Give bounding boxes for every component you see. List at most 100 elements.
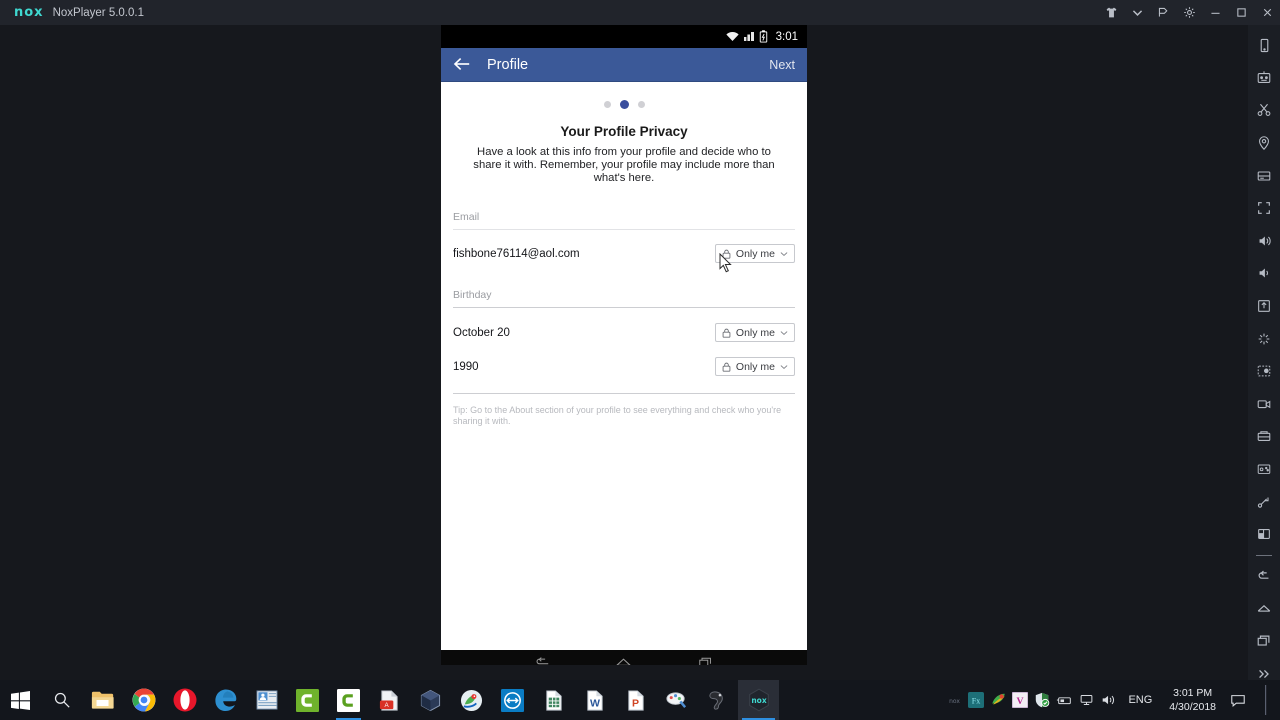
recents-icon[interactable] — [1248, 625, 1280, 658]
chrome-button[interactable] — [123, 680, 164, 720]
location-icon[interactable] — [1248, 127, 1280, 160]
start-button[interactable] — [0, 680, 41, 720]
usb-tray-icon[interactable] — [1053, 680, 1075, 720]
fx-tray-icon[interactable]: Fx — [965, 680, 987, 720]
pager-dot-1 — [603, 101, 611, 108]
tray-date: 4/30/2018 — [1169, 701, 1216, 713]
page-subtitle: Have a look at this info from your profi… — [473, 146, 775, 185]
nav-back-icon[interactable] — [534, 656, 550, 666]
next-button[interactable]: Next — [769, 58, 795, 72]
excel-button[interactable] — [533, 680, 574, 720]
virtualbox-button[interactable] — [410, 680, 451, 720]
privacy-label: Only me — [735, 360, 775, 373]
multi-instance-icon[interactable] — [1248, 518, 1280, 551]
battery-charging-icon — [759, 30, 768, 43]
pager-dots — [441, 82, 807, 109]
apk-install-icon[interactable] — [1248, 290, 1280, 323]
pdf-app-button[interactable]: A — [369, 680, 410, 720]
utility-app-button[interactable] — [697, 680, 738, 720]
chevron-down-icon — [780, 330, 788, 336]
teamviewer-button[interactable] — [492, 680, 533, 720]
pin-icon[interactable] — [1150, 0, 1176, 25]
keyboard-macro-icon[interactable] — [1248, 62, 1280, 95]
svg-text:P: P — [632, 697, 639, 709]
noxplayer-button[interactable]: nox — [738, 680, 779, 720]
section-label-email: Email — [453, 210, 480, 223]
volume-tray-icon[interactable] — [1097, 680, 1119, 720]
chevron-down-icon[interactable] — [1124, 0, 1150, 25]
chevron-down-icon — [780, 251, 788, 257]
tray-time: 3:01 PM — [1173, 686, 1213, 699]
nox-titlebar: nox NoxPlayer 5.0.0.1 — [0, 0, 1280, 25]
birthday-date-value: October 20 — [453, 326, 510, 339]
theme-shirt-icon[interactable] — [1098, 0, 1124, 25]
scissors-screenshot-icon[interactable] — [1248, 94, 1280, 127]
volume-up-icon[interactable] — [1248, 225, 1280, 258]
drag-resize-icon[interactable] — [1248, 485, 1280, 518]
privacy-selector-birthday-date[interactable]: Only me — [714, 323, 795, 343]
lock-icon — [722, 362, 731, 372]
header-back-icon[interactable] — [453, 56, 471, 74]
show-desktop-button[interactable] — [1252, 680, 1280, 720]
keymapping-icon[interactable] — [1248, 453, 1280, 486]
window-title: NoxPlayer 5.0.0.1 — [52, 6, 144, 19]
file-share-icon[interactable] — [1248, 420, 1280, 453]
contacts-app-button[interactable] — [246, 680, 287, 720]
header-title: Profile — [487, 56, 529, 73]
gear-icon[interactable] — [1176, 0, 1202, 25]
system-tray: nox Fx V ENG 3:01 PM 4/30/2018 — [943, 680, 1280, 720]
windows-taskbar: A W P nox nox Fx V ENG 3:01 PM 4/30/2018 — [0, 680, 1280, 720]
volume-down-icon[interactable] — [1248, 257, 1280, 290]
parrot-app-button[interactable] — [451, 680, 492, 720]
notifications-icon[interactable] — [1224, 680, 1252, 720]
colorwheel-tray-icon[interactable] — [987, 680, 1009, 720]
multi-drive-icon[interactable] — [1248, 159, 1280, 192]
desktop-root: nox NoxPlayer 5.0.0.1 3:01 Profile Next … — [0, 0, 1280, 720]
table-row: 1990 Only me — [441, 350, 807, 384]
privacy-selector-birthday-year[interactable]: Only me — [714, 357, 795, 377]
camtasia-editor-button[interactable] — [328, 680, 369, 720]
clock-area[interactable]: 3:01 PM 4/30/2018 — [1161, 686, 1224, 714]
nox-logo: nox — [14, 5, 44, 20]
close-icon[interactable] — [1254, 0, 1280, 25]
file-explorer-button[interactable] — [82, 680, 123, 720]
svg-text:V: V — [1017, 696, 1024, 707]
nav-home-icon[interactable] — [615, 656, 632, 665]
network-tray-icon[interactable] — [1075, 680, 1097, 720]
nox-tray-icon[interactable]: nox — [943, 680, 965, 720]
pager-dot-3 — [637, 101, 645, 108]
paint-app-button[interactable] — [656, 680, 697, 720]
edge-button[interactable] — [205, 680, 246, 720]
word-button[interactable]: W — [574, 680, 615, 720]
video-record-icon[interactable] — [1248, 388, 1280, 421]
shake-phone-icon[interactable] — [1248, 29, 1280, 62]
home-icon[interactable] — [1248, 592, 1280, 625]
maximize-icon[interactable] — [1228, 0, 1254, 25]
defender-tray-icon[interactable] — [1031, 680, 1053, 720]
camtasia-button[interactable] — [287, 680, 328, 720]
nav-recents-icon[interactable] — [698, 656, 714, 665]
privacy-tip-text: Tip: Go to the About section of your pro… — [453, 404, 782, 426]
app-header: Profile Next — [441, 48, 807, 82]
section-divider-bottom — [453, 392, 795, 394]
vegas-tray-icon[interactable]: V — [1009, 680, 1031, 720]
pager-dot-2-active — [619, 100, 629, 109]
language-indicator[interactable]: ENG — [1119, 694, 1161, 706]
macro-recorder-icon[interactable] — [1248, 355, 1280, 388]
android-nav-bar — [441, 650, 807, 665]
app-body: Your Profile Privacy Have a look at this… — [441, 82, 807, 650]
back-icon[interactable] — [1248, 559, 1280, 592]
opera-button[interactable] — [164, 680, 205, 720]
emulator-screen: 3:01 Profile Next Your Profile Privacy H… — [441, 25, 807, 665]
section-divider-birthday — [453, 306, 795, 308]
search-button[interactable] — [41, 680, 82, 720]
powerpoint-button[interactable]: P — [615, 680, 656, 720]
shake-burst-icon[interactable] — [1248, 322, 1280, 355]
fullscreen-icon[interactable] — [1248, 192, 1280, 225]
table-row: fishbone76114@aol.com Only me — [441, 237, 807, 271]
toolbar-divider — [1256, 554, 1272, 556]
section-divider-email — [453, 228, 795, 230]
minimize-icon[interactable] — [1202, 0, 1228, 25]
chevron-down-icon — [780, 364, 788, 370]
privacy-label: Only me — [735, 326, 775, 339]
